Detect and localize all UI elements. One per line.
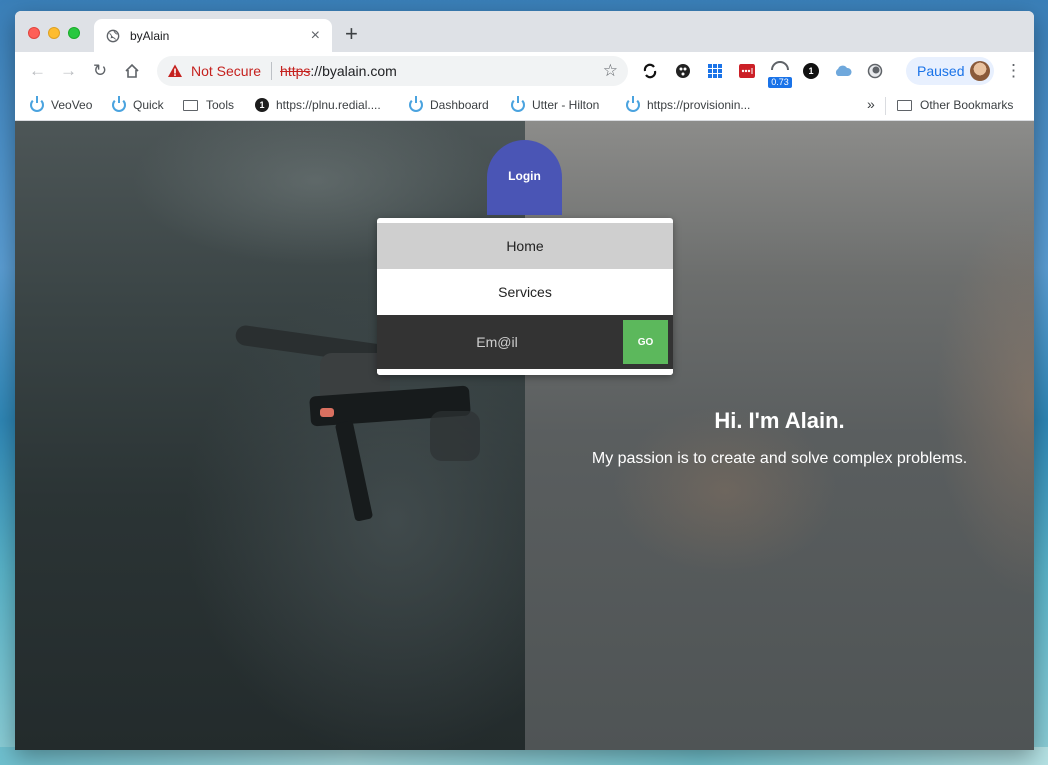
bookmark-label: Tools: [206, 98, 235, 112]
bookmark-dashboard[interactable]: Dashboard: [409, 96, 489, 112]
speedometer-extension-icon[interactable]: 0.73: [768, 58, 792, 88]
power-icon: [511, 96, 525, 112]
power-icon: [30, 96, 44, 112]
profile-button[interactable]: Paused: [906, 57, 994, 85]
power-icon: [112, 96, 126, 112]
bookmark-star-icon[interactable]: ☆: [603, 62, 618, 80]
bookmarks-divider: [885, 97, 886, 115]
window-controls: [28, 27, 80, 39]
bookmark-veoveo[interactable]: VeoVeo: [30, 96, 93, 112]
drone-leg: [334, 420, 374, 522]
bookmark-utter-hilton[interactable]: Utter - Hilton: [511, 96, 600, 112]
nav-services-link[interactable]: Services: [377, 269, 673, 315]
more-menu-icon[interactable]: ⋮: [1005, 61, 1022, 81]
bookmarks-bar: VeoVeo Quick Tools 1 https://plnu.redial…: [15, 90, 1034, 121]
circle-extension-icon[interactable]: [867, 63, 883, 79]
hero-left-image: [15, 121, 525, 750]
home-icon[interactable]: [124, 63, 140, 79]
url-protocol: https: [280, 63, 311, 79]
hero-title: Hi. I'm Alain.: [714, 408, 845, 433]
globe-icon: [106, 29, 120, 42]
bookmark-provisioning[interactable]: https://provisionin...: [626, 96, 751, 112]
avatar: [970, 61, 990, 81]
omnibox-divider: [271, 62, 273, 80]
grid-extension-icon[interactable]: [707, 63, 723, 79]
drone-motor-blur: [430, 411, 480, 461]
reload-icon[interactable]: ↻: [92, 62, 108, 79]
browser-window: byAlain × + ← → ↻ Not Secure https ://by…: [15, 11, 1034, 750]
bookmark-label: VeoVeo: [51, 98, 93, 112]
forward-arrow-icon[interactable]: →: [60, 62, 77, 79]
bookmark-plnu[interactable]: 1 https://plnu.redial....: [255, 98, 381, 112]
hero-right-image: [525, 121, 1034, 750]
one-icon: 1: [255, 98, 269, 112]
cloud-extension-icon[interactable]: [833, 63, 853, 79]
tab-strip: byAlain × +: [15, 11, 1034, 52]
login-button[interactable]: Login: [487, 140, 562, 215]
back-arrow-icon[interactable]: ←: [29, 62, 46, 79]
zoom-window-button[interactable]: [68, 27, 80, 39]
minimize-window-button[interactable]: [48, 27, 60, 39]
power-icon: [626, 96, 640, 112]
email-form: GO: [377, 315, 673, 369]
drone-light: [320, 408, 334, 417]
bookmark-label: Quick: [133, 98, 164, 112]
tab-close-icon[interactable]: ×: [311, 27, 320, 44]
other-bookmarks-label: Other Bookmarks: [920, 98, 1014, 112]
bookmark-label: https://plnu.redial....: [276, 98, 381, 112]
browser-toolbar: ← → ↻ Not Secure https ://byalain.com ☆: [15, 52, 1034, 90]
power-icon: [409, 96, 423, 112]
profile-status: Paused: [917, 63, 965, 79]
one-extension-icon[interactable]: 1: [803, 63, 819, 79]
url-text: ://byalain.com: [310, 63, 397, 79]
other-bookmarks-folder[interactable]: Other Bookmarks: [897, 98, 1013, 112]
bookmark-quick[interactable]: Quick: [112, 96, 164, 112]
dropdown-footer: [377, 369, 673, 375]
palette-extension-icon[interactable]: [675, 63, 691, 79]
tab-byalain[interactable]: byAlain ×: [94, 19, 332, 52]
email-input[interactable]: [377, 315, 617, 369]
tab-title: byAlain: [130, 28, 170, 43]
nav-home-link[interactable]: Home: [377, 223, 673, 269]
warning-icon: [168, 64, 182, 77]
close-window-button[interactable]: [28, 27, 40, 39]
bookmark-label: Utter - Hilton: [532, 98, 600, 112]
bookmark-tools[interactable]: Tools: [183, 98, 234, 112]
bookmark-label: https://provisionin...: [647, 98, 751, 112]
extension-badge: 0.73: [768, 77, 792, 88]
folder-icon: [183, 99, 198, 111]
bookmark-label: Dashboard: [430, 98, 489, 112]
sync-extension-icon[interactable]: [642, 63, 658, 79]
address-bar[interactable]: Not Secure https ://byalain.com ☆: [157, 56, 628, 86]
new-tab-button[interactable]: +: [345, 23, 358, 45]
page-viewport: Login Home Services GO Hi. I'm Alain. My…: [15, 121, 1034, 750]
go-button[interactable]: GO: [623, 320, 668, 364]
hero-subtitle: My passion is to create and solve comple…: [591, 450, 968, 467]
bookmarks-overflow-button[interactable]: »: [867, 96, 875, 112]
security-status[interactable]: Not Secure: [191, 63, 261, 79]
folder-icon: [897, 99, 912, 111]
nav-dropdown: Home Services GO: [377, 218, 673, 375]
lastpass-extension-icon[interactable]: [739, 63, 755, 79]
